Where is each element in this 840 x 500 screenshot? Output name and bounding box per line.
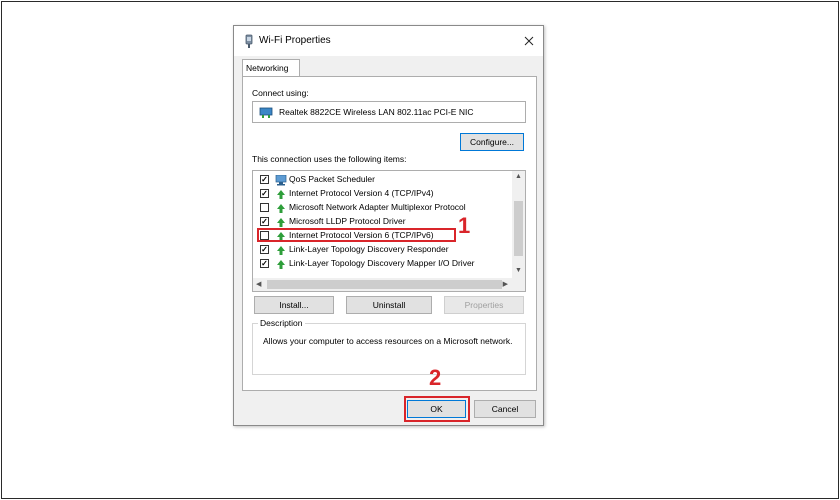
item-label: Internet Protocol Version 4 (TCP/IPv4) — [289, 188, 434, 198]
install-button[interactable]: Install... — [254, 296, 334, 314]
properties-button[interactable]: Properties — [444, 296, 524, 314]
scroll-left-icon[interactable]: ◀ — [256, 280, 261, 288]
network-adapter-icon — [245, 34, 253, 48]
close-button[interactable] — [515, 26, 543, 56]
protocol-icon — [277, 204, 285, 213]
list-item[interactable]: ✓ Link-Layer Topology Discovery Mapper I… — [253, 257, 511, 271]
adapter-name: Realtek 8822CE Wireless LAN 802.11ac PCI… — [279, 107, 474, 117]
scroll-up-icon[interactable]: ▲ — [515, 173, 522, 180]
window-title: Wi-Fi Properties — [259, 35, 331, 46]
description-group: Description Allows your computer to acce… — [252, 318, 526, 375]
list-item[interactable]: Microsoft Network Adapter Multiplexor Pr… — [253, 201, 511, 215]
item-checkbox[interactable]: ✓ — [260, 245, 269, 254]
step-1-marker: 1 — [458, 213, 471, 238]
item-checkbox[interactable] — [260, 203, 269, 212]
network-monitor-icon — [275, 175, 287, 186]
step-2-marker: 2 — [429, 365, 442, 390]
horizontal-scroll-thumb[interactable] — [267, 280, 502, 289]
item-label: Link-Layer Topology Discovery Responder — [289, 244, 449, 254]
protocol-icon — [277, 190, 285, 199]
item-checkbox[interactable]: ✓ — [260, 217, 269, 226]
item-checkbox[interactable]: ✓ — [260, 259, 269, 268]
horizontal-scrollbar[interactable]: ◀ ▶ — [253, 278, 525, 291]
list-item[interactable]: ✓ QoS Packet Scheduler — [253, 173, 511, 187]
uninstall-button[interactable]: Uninstall — [346, 296, 432, 314]
item-label: Microsoft Network Adapter Multiplexor Pr… — [289, 202, 466, 212]
description-text: Allows your computer to access resources… — [263, 336, 513, 346]
list-item[interactable]: ✓ Microsoft LLDP Protocol Driver — [253, 215, 511, 229]
vertical-scroll-thumb[interactable] — [514, 201, 523, 256]
wifi-properties-dialog: Wi-Fi Properties Networking Connect usin… — [233, 25, 544, 426]
protocol-icon — [277, 218, 285, 227]
item-checkbox[interactable]: ✓ — [260, 189, 269, 198]
network-card-icon — [259, 107, 273, 118]
description-legend: Description — [258, 318, 305, 328]
ok-highlight-box — [404, 396, 470, 422]
configure-button[interactable]: Configure... — [460, 133, 524, 151]
item-label: QoS Packet Scheduler — [289, 174, 375, 184]
connect-using-label: Connect using: — [252, 88, 309, 98]
protocol-icon — [277, 260, 285, 269]
item-checkbox[interactable]: ✓ — [260, 175, 269, 184]
cancel-button[interactable]: Cancel — [474, 400, 536, 418]
list-item[interactable]: ✓ Internet Protocol Version 4 (TCP/IPv4) — [253, 187, 511, 201]
tab-networking[interactable]: Networking — [242, 59, 300, 77]
close-icon — [524, 36, 534, 46]
scroll-right-icon[interactable]: ▶ — [503, 280, 508, 288]
ipv6-highlight-box — [257, 228, 456, 242]
protocol-icon — [277, 246, 285, 255]
list-item[interactable]: ✓ Link-Layer Topology Discovery Responde… — [253, 243, 511, 257]
items-label: This connection uses the following items… — [252, 154, 407, 164]
vertical-scrollbar[interactable]: ▲ ▼ — [512, 171, 525, 279]
tab-strip: Networking — [242, 56, 537, 77]
adapter-field: Realtek 8822CE Wireless LAN 802.11ac PCI… — [252, 101, 526, 123]
item-label: Link-Layer Topology Discovery Mapper I/O… — [289, 258, 475, 268]
item-label: Microsoft LLDP Protocol Driver — [289, 216, 406, 226]
scroll-down-icon[interactable]: ▼ — [515, 267, 522, 274]
title-bar: Wi-Fi Properties — [234, 26, 543, 56]
